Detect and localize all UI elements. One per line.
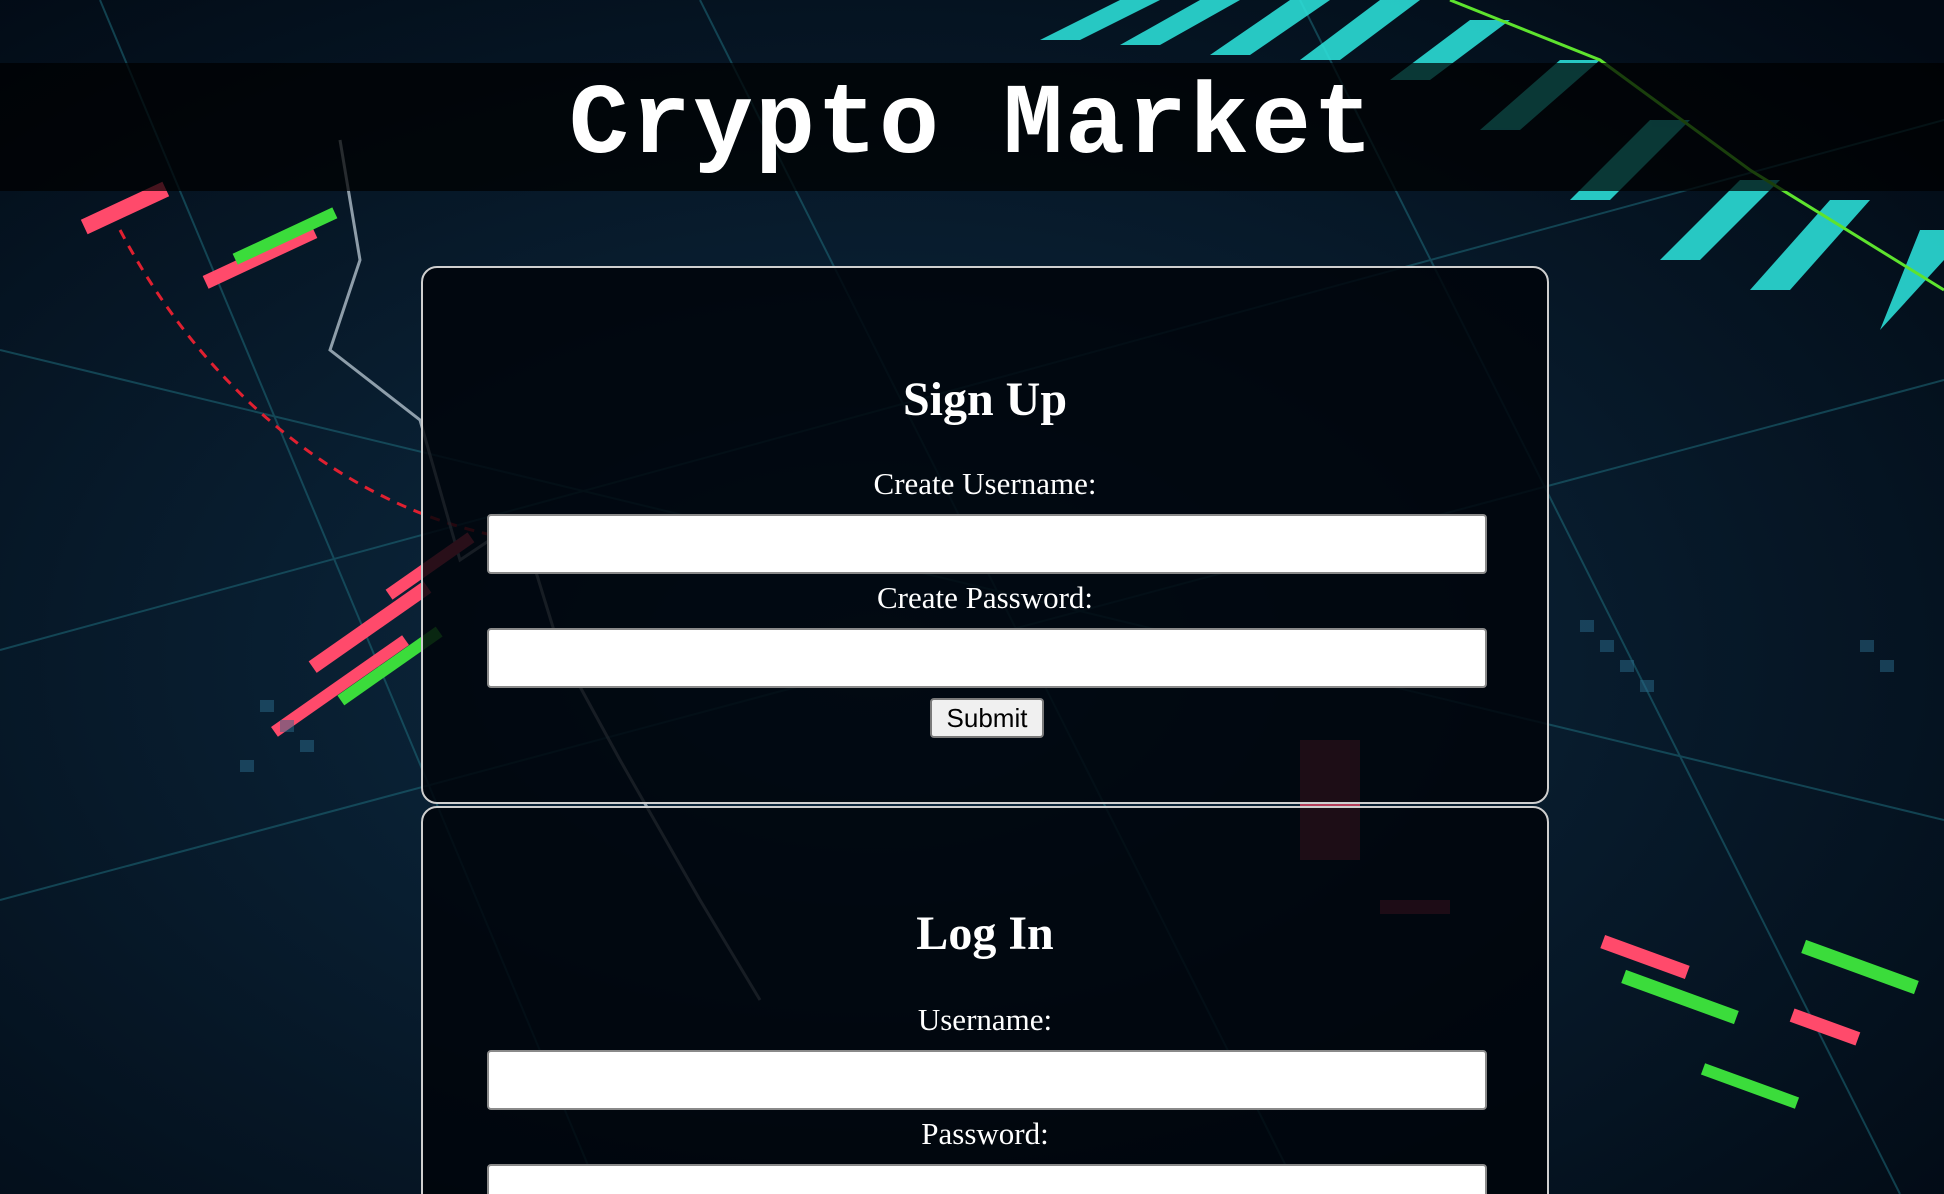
password-label: Password: bbox=[921, 1116, 1049, 1151]
signup-heading: Sign Up bbox=[902, 373, 1068, 426]
create-password-input[interactable] bbox=[487, 628, 1487, 688]
create-username-input[interactable] bbox=[487, 514, 1487, 574]
signup-panel: Sign Up Create Username: Create Password… bbox=[421, 266, 1549, 804]
submit-button[interactable]: Submit bbox=[930, 698, 1044, 738]
create-password-label: Create Password: bbox=[876, 580, 1094, 615]
page-title: Crypto Market bbox=[568, 70, 1376, 183]
login-heading: Log In bbox=[916, 907, 1054, 960]
username-label: Username: bbox=[917, 1002, 1053, 1037]
login-panel: Log In Username: Password: bbox=[421, 806, 1549, 1194]
header-bar: Crypto Market bbox=[0, 63, 1944, 191]
password-input[interactable] bbox=[487, 1164, 1487, 1194]
create-username-label: Create Username: bbox=[873, 466, 1097, 501]
username-input[interactable] bbox=[487, 1050, 1487, 1110]
